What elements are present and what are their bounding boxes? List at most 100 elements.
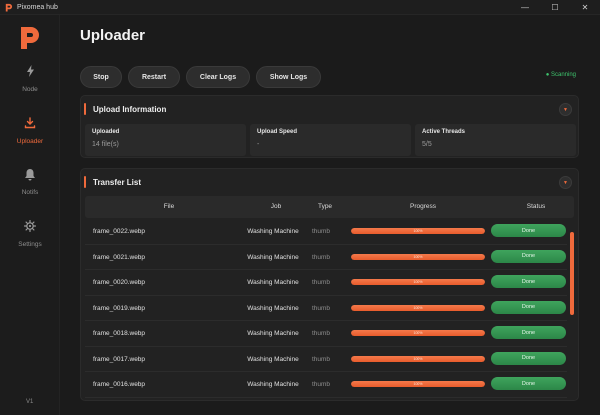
file-name: frame_0020.webp	[93, 279, 146, 286]
progress-fill: 100%	[351, 304, 485, 311]
progress-fill: 100%	[351, 330, 485, 336]
restart-button[interactable]: Restart	[128, 66, 180, 88]
scrollbar[interactable]	[570, 232, 574, 315]
upload-speed-card: Upload Speed -	[250, 124, 411, 156]
table-row[interactable]: frame_0017.webp Washing Machine thumb 10…	[85, 347, 567, 372]
upload-icon	[23, 116, 37, 130]
collapse-toggle-icon[interactable]: ▼	[559, 176, 572, 189]
job-name: Washing Machine	[247, 355, 299, 363]
table-header: File Job Type Progress Status	[85, 196, 574, 218]
job-name: Washing Machine	[247, 330, 299, 337]
progress-text: 100%	[413, 254, 423, 259]
file-name: frame_0022.webp	[93, 228, 146, 235]
progress-text: 100%	[413, 331, 423, 335]
toolbar: Stop Restart Clear Logs Show Logs	[80, 66, 321, 88]
page-title: Uploader	[80, 27, 146, 44]
sidebar-item-notifs[interactable]: Notifs	[0, 167, 60, 207]
sidebar-item-label: Uploader	[16, 138, 44, 145]
info-value: 14 file(s)	[92, 141, 119, 148]
file-type: thumb	[311, 228, 331, 235]
sidebar: Node Uploader Notifs Settings V1	[0, 15, 60, 415]
progress-bar: 100%	[351, 330, 485, 336]
job-name: Washing Machine	[247, 381, 299, 388]
progress-fill: 100%	[351, 355, 485, 362]
info-value: 5/5	[422, 141, 432, 148]
progress-bar: 100%	[351, 355, 485, 362]
file-type: thumb	[311, 253, 331, 261]
status-badge: Done	[491, 224, 566, 237]
progress-text: 100%	[413, 229, 423, 233]
sidebar-item-label: Node	[22, 86, 38, 93]
status-badge: Done	[491, 326, 566, 339]
progress-bar: 100%	[351, 253, 485, 260]
minimize-button[interactable]: —	[510, 0, 540, 15]
progress-bar: 100%	[351, 279, 485, 285]
collapse-toggle-icon[interactable]: ▼	[559, 103, 572, 116]
panel-title: Upload Information	[93, 104, 167, 114]
table-row[interactable]: frame_0020.webp Washing Machine thumb 10…	[85, 270, 567, 296]
sidebar-item-node[interactable]: Node	[0, 64, 60, 104]
progress-text: 100%	[413, 382, 423, 386]
uploaded-card: Uploaded 14 file(s)	[85, 124, 246, 156]
table-row[interactable]: frame_0016.webp Washing Machine thumb 10…	[85, 372, 567, 398]
file-name: frame_0018.webp	[93, 330, 146, 337]
info-label: Upload Speed	[257, 129, 298, 135]
progress-text: 100%	[413, 305, 423, 310]
transfer-rows: frame_0022.webp Washing Machine thumb 10…	[85, 219, 567, 398]
progress-fill: 100%	[351, 279, 485, 285]
app-logo-icon	[5, 3, 13, 12]
progress-text: 100%	[413, 356, 423, 361]
gear-icon	[23, 219, 37, 233]
sidebar-item-settings[interactable]: Settings	[0, 219, 60, 259]
file-type: thumb	[311, 330, 331, 337]
panel-title: Transfer List	[93, 177, 142, 187]
column-header-progress[interactable]: Progress	[410, 203, 436, 210]
table-row[interactable]: frame_0018.webp Washing Machine thumb 10…	[85, 321, 567, 347]
job-name: Washing Machine	[247, 279, 299, 286]
progress-bar: 100%	[351, 304, 485, 311]
progress-text: 100%	[413, 280, 423, 284]
file-type: thumb	[311, 279, 331, 286]
bell-icon	[23, 167, 37, 181]
clear-logs-button[interactable]: Clear Logs	[186, 66, 250, 88]
file-name: frame_0016.webp	[93, 381, 146, 388]
status-badge: Done	[491, 300, 566, 314]
column-header-status[interactable]: Status	[527, 203, 545, 210]
table-row[interactable]: frame_0021.webp Washing Machine thumb 10…	[85, 245, 567, 270]
info-label: Active Threads	[422, 129, 466, 135]
progress-bar: 100%	[351, 228, 485, 234]
column-header-job[interactable]: Job	[271, 203, 281, 210]
close-button[interactable]: ✕	[570, 0, 600, 15]
show-logs-button[interactable]: Show Logs	[256, 66, 321, 88]
file-name: frame_0017.webp	[93, 355, 146, 363]
info-value: -	[257, 141, 260, 148]
job-name: Washing Machine	[247, 228, 299, 235]
sidebar-item-uploader[interactable]: Uploader	[0, 116, 60, 156]
file-name: frame_0021.webp	[93, 253, 146, 261]
file-type: thumb	[311, 355, 331, 363]
table-row[interactable]: frame_0022.webp Washing Machine thumb 10…	[85, 219, 567, 245]
bolt-icon	[23, 64, 37, 78]
status-badge: Done	[491, 249, 566, 263]
status-badge: Done	[491, 351, 566, 365]
table-row[interactable]: frame_0019.webp Washing Machine thumb 10…	[85, 296, 567, 321]
panel-accent-bar	[84, 176, 86, 188]
version-label: V1	[26, 399, 34, 405]
info-label: Uploaded	[92, 129, 120, 135]
scanning-status: ● Scanning	[545, 72, 576, 78]
transfer-list-panel: Transfer List ▼ File Job Type Progress S…	[80, 168, 579, 401]
main-content: Uploader Stop Restart Clear Logs Show Lo…	[60, 15, 600, 415]
status-badge: Done	[491, 377, 566, 390]
job-name: Washing Machine	[247, 304, 299, 312]
stop-button[interactable]: Stop	[80, 66, 122, 88]
column-header-type[interactable]: Type	[318, 203, 332, 210]
upload-information-panel: Upload Information ▼ Uploaded 14 file(s)…	[80, 95, 579, 158]
maximize-button[interactable]: ☐	[540, 0, 570, 15]
column-header-file[interactable]: File	[164, 203, 174, 210]
file-type: thumb	[311, 381, 331, 388]
window-title: Pixomea hub	[17, 3, 58, 11]
job-name: Washing Machine	[247, 253, 299, 261]
progress-bar: 100%	[351, 381, 485, 387]
active-threads-card: Active Threads 5/5	[415, 124, 576, 156]
progress-fill: 100%	[351, 381, 485, 387]
